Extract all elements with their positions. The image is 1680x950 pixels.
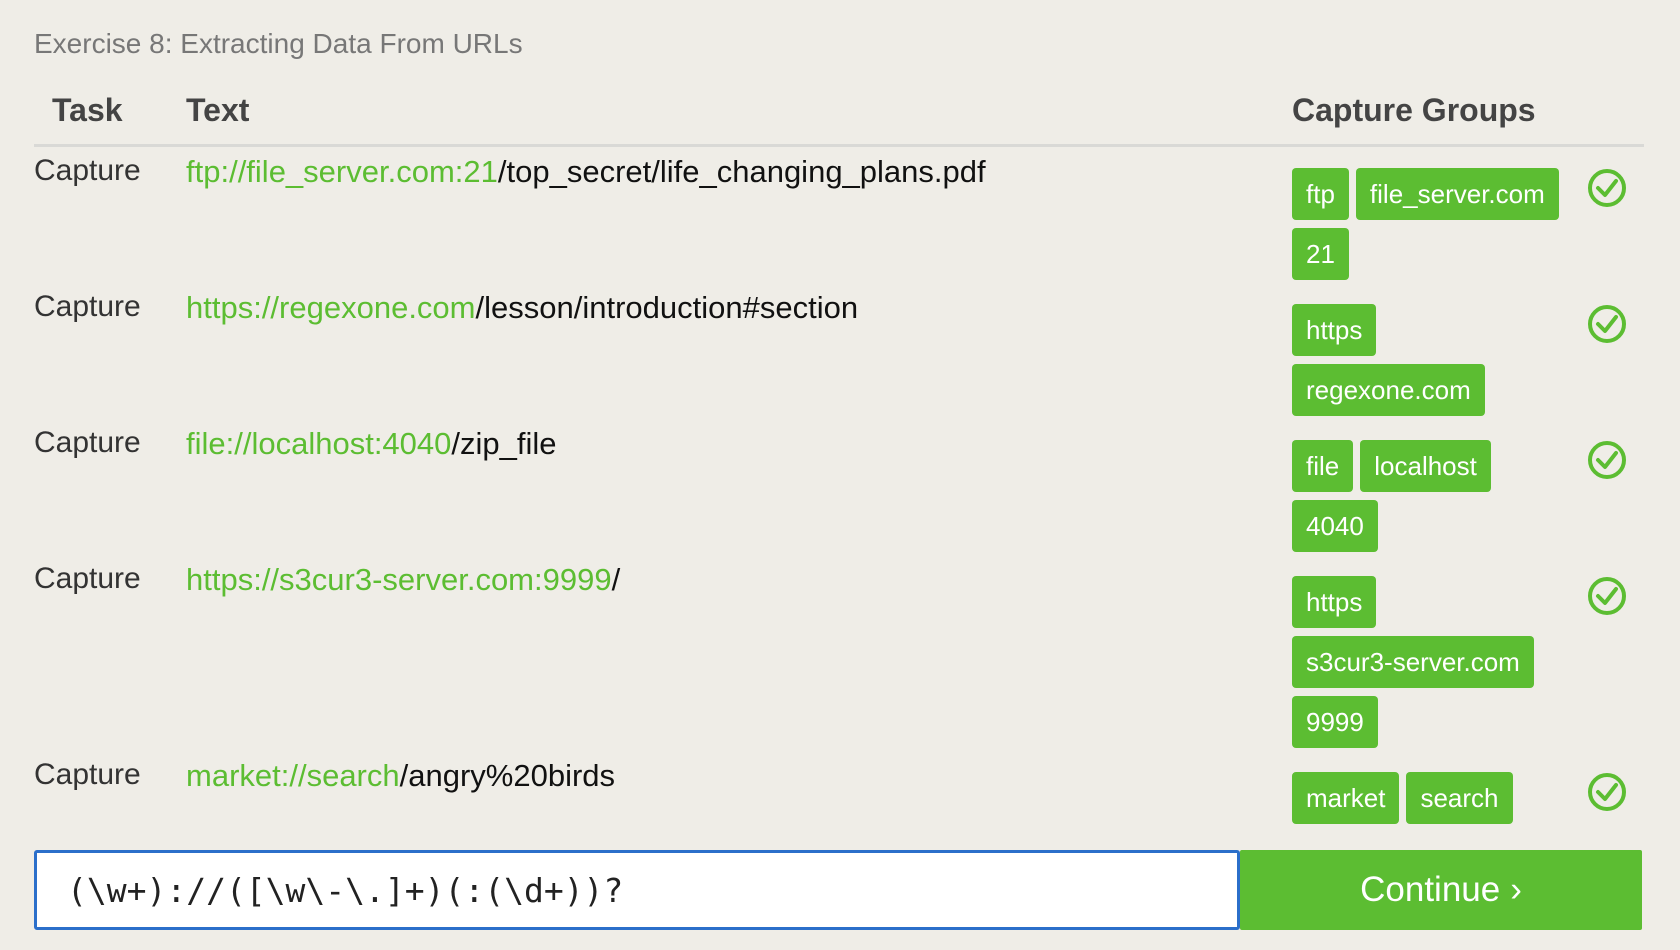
task-label: Capture: [34, 426, 141, 459]
capture-group-chip: file_server.com: [1355, 168, 1559, 220]
matched-text: ftp://file_server.com:21: [186, 154, 498, 189]
check-circle-icon: [1588, 441, 1626, 479]
header-text: Text: [186, 92, 250, 128]
header-task: Task: [52, 92, 123, 128]
matched-text: https://regexone.com: [186, 290, 476, 325]
task-label: Capture: [34, 562, 141, 595]
capture-group-chip: 4040: [1292, 500, 1378, 552]
capture-groups: market search: [1292, 772, 1582, 824]
capture-group-chip: ftp: [1292, 168, 1349, 220]
capture-group-chip: 9999: [1292, 696, 1378, 748]
check-circle-icon: [1588, 169, 1626, 207]
matched-text: https://s3cur3-server.com:9999: [186, 562, 612, 597]
regex-input-wrapper: [34, 850, 1240, 930]
check-circle-icon: [1588, 773, 1626, 811]
capture-group-chip: s3cur3-server.com: [1292, 636, 1534, 688]
table-header: Task Text Capture Groups: [34, 92, 1644, 147]
unmatched-text: /zip_file: [451, 426, 557, 461]
check-circle-icon: [1588, 577, 1626, 615]
capture-group-chip: 21: [1292, 228, 1349, 280]
matched-text: market://search: [186, 758, 400, 793]
task-text: market://search/angry%20birds: [186, 758, 615, 794]
capture-groups: ftp file_server.com 21: [1292, 168, 1582, 280]
capture-group-chip: market: [1292, 772, 1400, 824]
continue-label: Continue: [1360, 870, 1501, 909]
task-text: https://s3cur3-server.com:9999/: [186, 562, 620, 598]
capture-group-chip: https: [1292, 576, 1377, 628]
capture-group-chip: regexone.com: [1292, 364, 1485, 416]
task-text: https://regexone.com/lesson/introduction…: [186, 290, 858, 326]
task-text: file://localhost:4040/zip_file: [186, 426, 557, 462]
capture-groups: https regexone.com: [1292, 304, 1582, 416]
check-circle-icon: [1588, 305, 1626, 343]
exercise-title: Exercise 8: Extracting Data From URLs: [34, 28, 523, 59]
unmatched-text: /lesson/introduction#section: [475, 290, 859, 325]
capture-group-chip: search: [1406, 772, 1513, 824]
task-label: Capture: [34, 290, 141, 323]
regex-input[interactable]: [37, 853, 1237, 927]
capture-group-chip: localhost: [1360, 440, 1491, 492]
unmatched-text: /: [611, 562, 621, 597]
chevron-right-icon: ›: [1510, 870, 1522, 909]
continue-button[interactable]: Continue ›: [1240, 850, 1642, 930]
exercise-page: Exercise 8: Extracting Data From URLs Ta…: [0, 0, 1680, 950]
unmatched-text: /top_secret/life_changing_plans.pdf: [497, 154, 986, 189]
capture-group-chip: file: [1292, 440, 1354, 492]
task-label: Capture: [34, 154, 141, 187]
task-label: Capture: [34, 758, 141, 791]
task-text: ftp://file_server.com:21/top_secret/life…: [186, 154, 986, 190]
capture-groups: file localhost 4040: [1292, 440, 1582, 552]
capture-group-chip: https: [1292, 304, 1377, 356]
header-capture-groups: Capture Groups: [1292, 92, 1536, 128]
unmatched-text: /angry%20birds: [399, 758, 616, 793]
matched-text: file://localhost:4040: [186, 426, 452, 461]
capture-groups: https s3cur3-server.com 9999: [1292, 576, 1582, 748]
